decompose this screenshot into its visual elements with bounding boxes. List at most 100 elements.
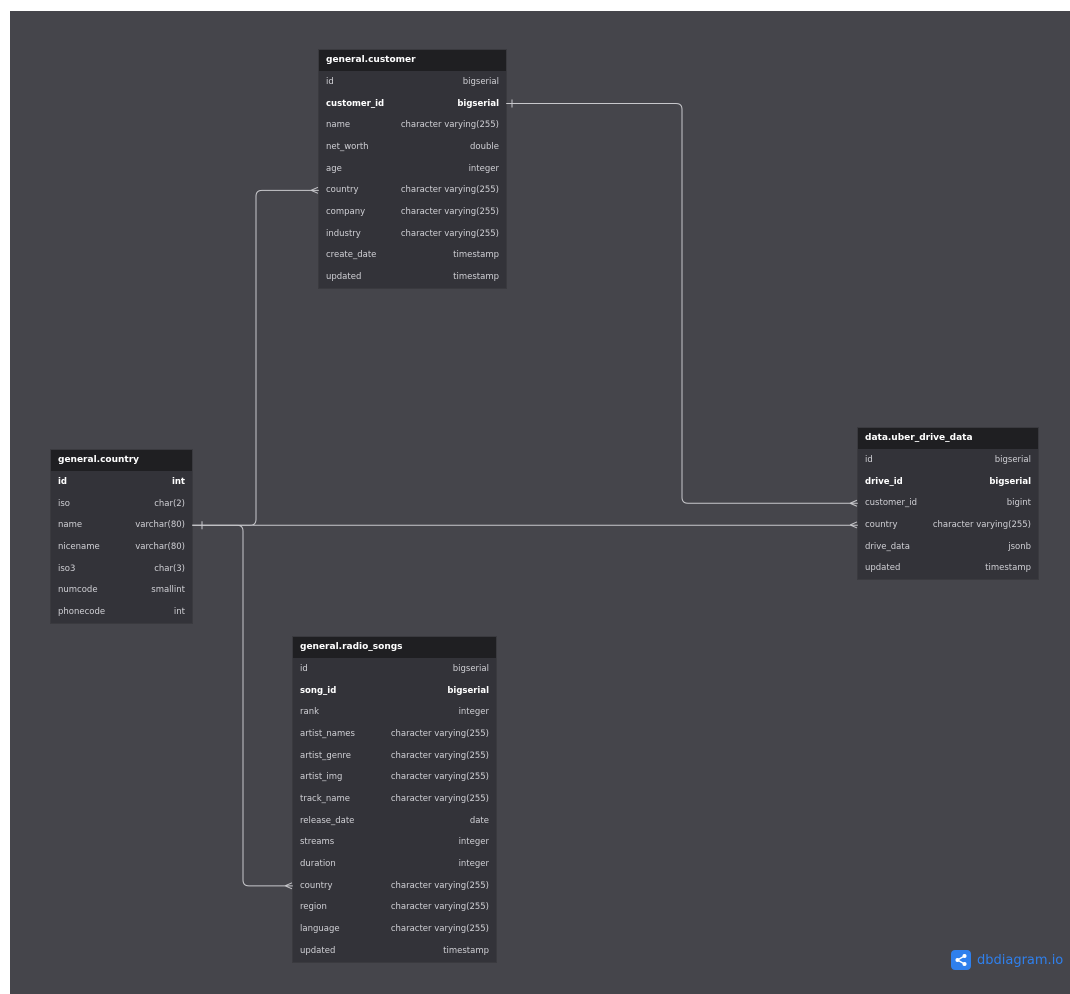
field-type: character varying(255)	[400, 228, 499, 239]
field-type: integer	[458, 859, 489, 870]
field-type: varchar(80)	[135, 541, 185, 552]
field-row[interactable]: iso3 char(3)	[51, 558, 192, 580]
field-type: character varying(255)	[400, 185, 499, 196]
field-type: integer	[458, 837, 489, 848]
field-row[interactable]: country character varying(255)	[858, 514, 1038, 536]
field-name: updated	[300, 945, 336, 956]
field-name: age	[326, 163, 342, 174]
field-row[interactable]: nicename varchar(80)	[51, 536, 192, 558]
diagram-canvas[interactable]: general.customer id bigserial customer_id bi…	[10, 11, 1070, 994]
field-row[interactable]: song_id bigserial	[293, 680, 496, 702]
field-type: timestamp	[985, 563, 1031, 574]
field-name: industry	[326, 228, 361, 239]
field-name: company	[326, 206, 366, 217]
field-name: streams	[300, 837, 335, 848]
field-row[interactable]: phonecode int	[51, 601, 192, 623]
field-type: integer	[468, 163, 499, 174]
field-name: nicename	[58, 541, 100, 552]
field-type: bigserial	[457, 98, 499, 109]
field-row[interactable]: numcode smallint	[51, 579, 192, 601]
field-type: char(2)	[154, 498, 185, 509]
field-name: release_date	[300, 815, 355, 826]
field-name: artist_names	[300, 728, 355, 739]
edge-country-to-radio[interactable]	[192, 524, 293, 887]
field-type: int	[173, 606, 185, 617]
field-row[interactable]: id bigserial	[319, 71, 506, 93]
field-name: drive_id	[865, 476, 903, 487]
table-radio[interactable]: general.radio_songs id bigserial song_id big…	[293, 637, 496, 962]
field-row[interactable]: age integer	[319, 158, 506, 180]
table-title[interactable]: general.country	[51, 450, 192, 471]
edge-country-to-customer[interactable]	[192, 189, 319, 526]
field-row[interactable]: release_date date	[293, 810, 496, 832]
field-row[interactable]: track_name character varying(255)	[293, 788, 496, 810]
field-row[interactable]: customer_id bigserial	[319, 93, 506, 115]
field-type: bigserial	[462, 76, 499, 87]
edge-customer-to-uber[interactable]	[506, 103, 858, 504]
table-title[interactable]: general.customer	[319, 50, 506, 71]
field-row[interactable]: industry character varying(255)	[319, 223, 506, 245]
field-row[interactable]: language character varying(255)	[293, 918, 496, 940]
table-uber[interactable]: data.uber_drive_data id bigserial drive_id b…	[858, 428, 1038, 580]
field-type: character varying(255)	[390, 880, 489, 891]
field-type: bigserial	[994, 454, 1031, 465]
field-row[interactable]: artist_genre character varying(255)	[293, 745, 496, 767]
field-name: rank	[300, 707, 320, 718]
field-name: duration	[300, 859, 336, 870]
field-row[interactable]: net_worth double	[319, 136, 506, 158]
field-name: updated	[865, 563, 901, 574]
field-type: character varying(255)	[390, 793, 489, 804]
edge-many-marker	[310, 186, 319, 194]
field-name: country	[300, 880, 333, 891]
field-type: double	[470, 141, 499, 152]
table-title[interactable]: data.uber_drive_data	[858, 428, 1038, 449]
table-customer[interactable]: general.customer id bigserial customer_id bi…	[319, 50, 506, 288]
field-name: country	[326, 185, 359, 196]
field-row[interactable]: id bigserial	[293, 658, 496, 680]
field-row[interactable]: name character varying(255)	[319, 114, 506, 136]
field-name: name	[326, 120, 351, 131]
field-row[interactable]: company character varying(255)	[319, 201, 506, 223]
field-row[interactable]: drive_id bigserial	[858, 471, 1038, 493]
field-row[interactable]: duration integer	[293, 853, 496, 875]
field-type: date	[469, 815, 489, 826]
field-row[interactable]: region character varying(255)	[293, 897, 496, 919]
field-row[interactable]: updated timestamp	[293, 940, 496, 962]
brand-badge[interactable]: dbdiagram.io	[951, 950, 1063, 970]
field-name: numcode	[58, 585, 98, 596]
field-row[interactable]: artist_names character varying(255)	[293, 723, 496, 745]
field-type: character varying(255)	[390, 902, 489, 913]
edge-many-marker	[849, 521, 858, 529]
field-row[interactable]: name varchar(80)	[51, 514, 192, 536]
field-name: region	[300, 902, 327, 913]
field-type: smallint	[151, 585, 185, 596]
field-row[interactable]: id int	[51, 471, 192, 493]
field-name: phonecode	[58, 606, 106, 617]
field-name: customer_id	[865, 498, 918, 509]
edge-many-marker	[849, 499, 858, 507]
field-row[interactable]: rank integer	[293, 701, 496, 723]
field-name: id	[865, 454, 873, 465]
table-title[interactable]: general.radio_songs	[293, 637, 496, 658]
field-type: jsonb	[1008, 541, 1031, 552]
field-row[interactable]: country character varying(255)	[319, 179, 506, 201]
field-row[interactable]: updated timestamp	[858, 557, 1038, 579]
field-row[interactable]: iso char(2)	[51, 493, 192, 515]
field-row[interactable]: drive_data jsonb	[858, 536, 1038, 558]
share-icon	[951, 950, 971, 970]
table-country[interactable]: general.country id int iso char(2) name varcha…	[51, 450, 192, 623]
brand-name: dbdiagram.io	[977, 952, 1064, 968]
field-name: updated	[326, 272, 362, 283]
field-type: bigint	[1006, 498, 1031, 509]
field-name: drive_data	[865, 541, 910, 552]
field-row[interactable]: artist_img character varying(255)	[293, 766, 496, 788]
field-name: name	[58, 520, 83, 531]
field-row[interactable]: customer_id bigint	[858, 492, 1038, 514]
field-row[interactable]: create_date timestamp	[319, 245, 506, 267]
field-row[interactable]: id bigserial	[858, 449, 1038, 471]
field-type: bigserial	[989, 476, 1031, 487]
field-row[interactable]: country character varying(255)	[293, 875, 496, 897]
field-row[interactable]: streams integer	[293, 832, 496, 854]
field-name: country	[865, 519, 898, 530]
field-row[interactable]: updated timestamp	[319, 266, 506, 288]
